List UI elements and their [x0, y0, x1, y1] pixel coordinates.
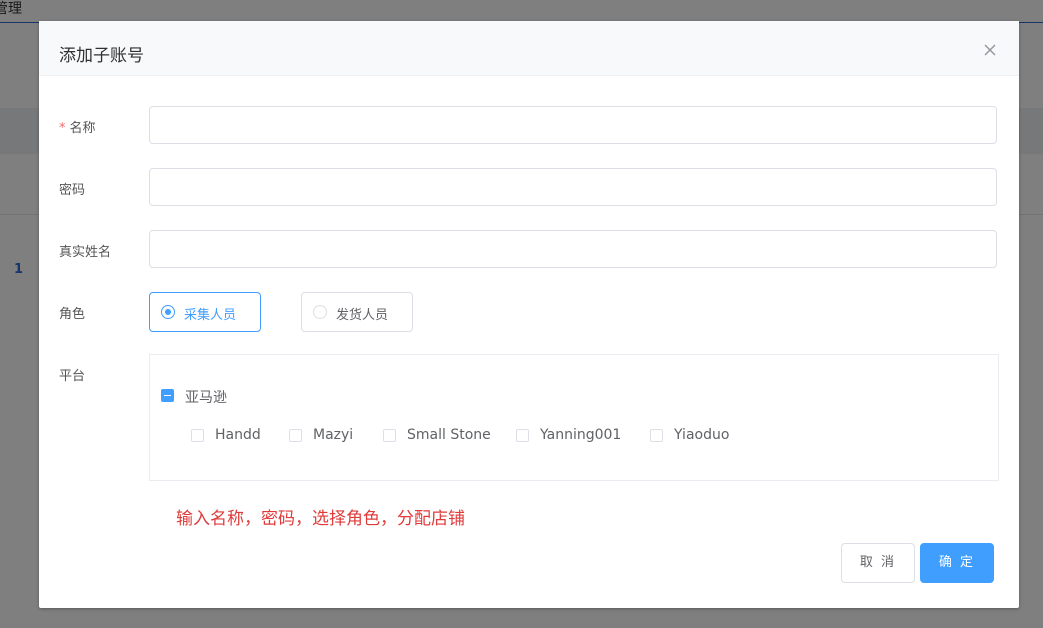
- name-input[interactable]: [149, 106, 997, 144]
- real-name-label: 真实姓名: [59, 245, 112, 260]
- password-input[interactable]: [149, 168, 997, 206]
- checkbox-icon: [289, 429, 302, 442]
- store-label: Handd: [215, 427, 261, 443]
- role-radio-shipper-label: 发货人员: [336, 308, 389, 323]
- name-label: * 名称: [59, 117, 96, 136]
- name-label-text: 名称: [69, 121, 96, 136]
- store-label: Small Stone: [407, 427, 491, 443]
- role-radio-collector[interactable]: 采集人员: [149, 292, 261, 332]
- checkbox-icon: [516, 429, 529, 442]
- store-label: Mazyi: [313, 427, 354, 443]
- dialog-title: 添加子账号: [59, 46, 144, 66]
- radio-checked-icon: [161, 305, 175, 319]
- close-icon[interactable]: [979, 39, 1001, 61]
- radio-unchecked-icon: [313, 305, 327, 319]
- checkbox-icon: [383, 429, 396, 442]
- indeterminate-checkbox-icon: [161, 389, 174, 402]
- store-label: Yanning001: [540, 427, 622, 443]
- add-subaccount-dialog: 添加子账号 * 名称 密码 真实姓名 角色 采集人员 发货人员 平台 亚马逊 Ha…: [39, 21, 1019, 608]
- required-mark: *: [59, 121, 66, 136]
- instruction-annotation: 输入名称，密码，选择角色，分配店铺: [176, 509, 465, 529]
- cancel-button[interactable]: 取 消: [841, 543, 915, 583]
- dialog-header: 添加子账号: [39, 21, 1019, 76]
- role-label: 角色: [59, 307, 86, 322]
- role-radio-shipper[interactable]: 发货人员: [301, 292, 413, 332]
- role-radio-collector-label: 采集人员: [184, 308, 237, 323]
- checkbox-icon: [191, 429, 204, 442]
- real-name-input[interactable]: [149, 230, 997, 268]
- platform-label: 平台: [59, 369, 86, 384]
- confirm-button[interactable]: 确 定: [920, 543, 994, 583]
- checkbox-icon: [650, 429, 663, 442]
- store-label: Yiaoduo: [674, 427, 730, 443]
- platform-amazon-label: 亚马逊: [185, 390, 227, 406]
- password-label: 密码: [59, 183, 86, 198]
- platform-tree: 亚马逊 Handd Mazyi Small Stone Yanning001 Y…: [149, 354, 999, 481]
